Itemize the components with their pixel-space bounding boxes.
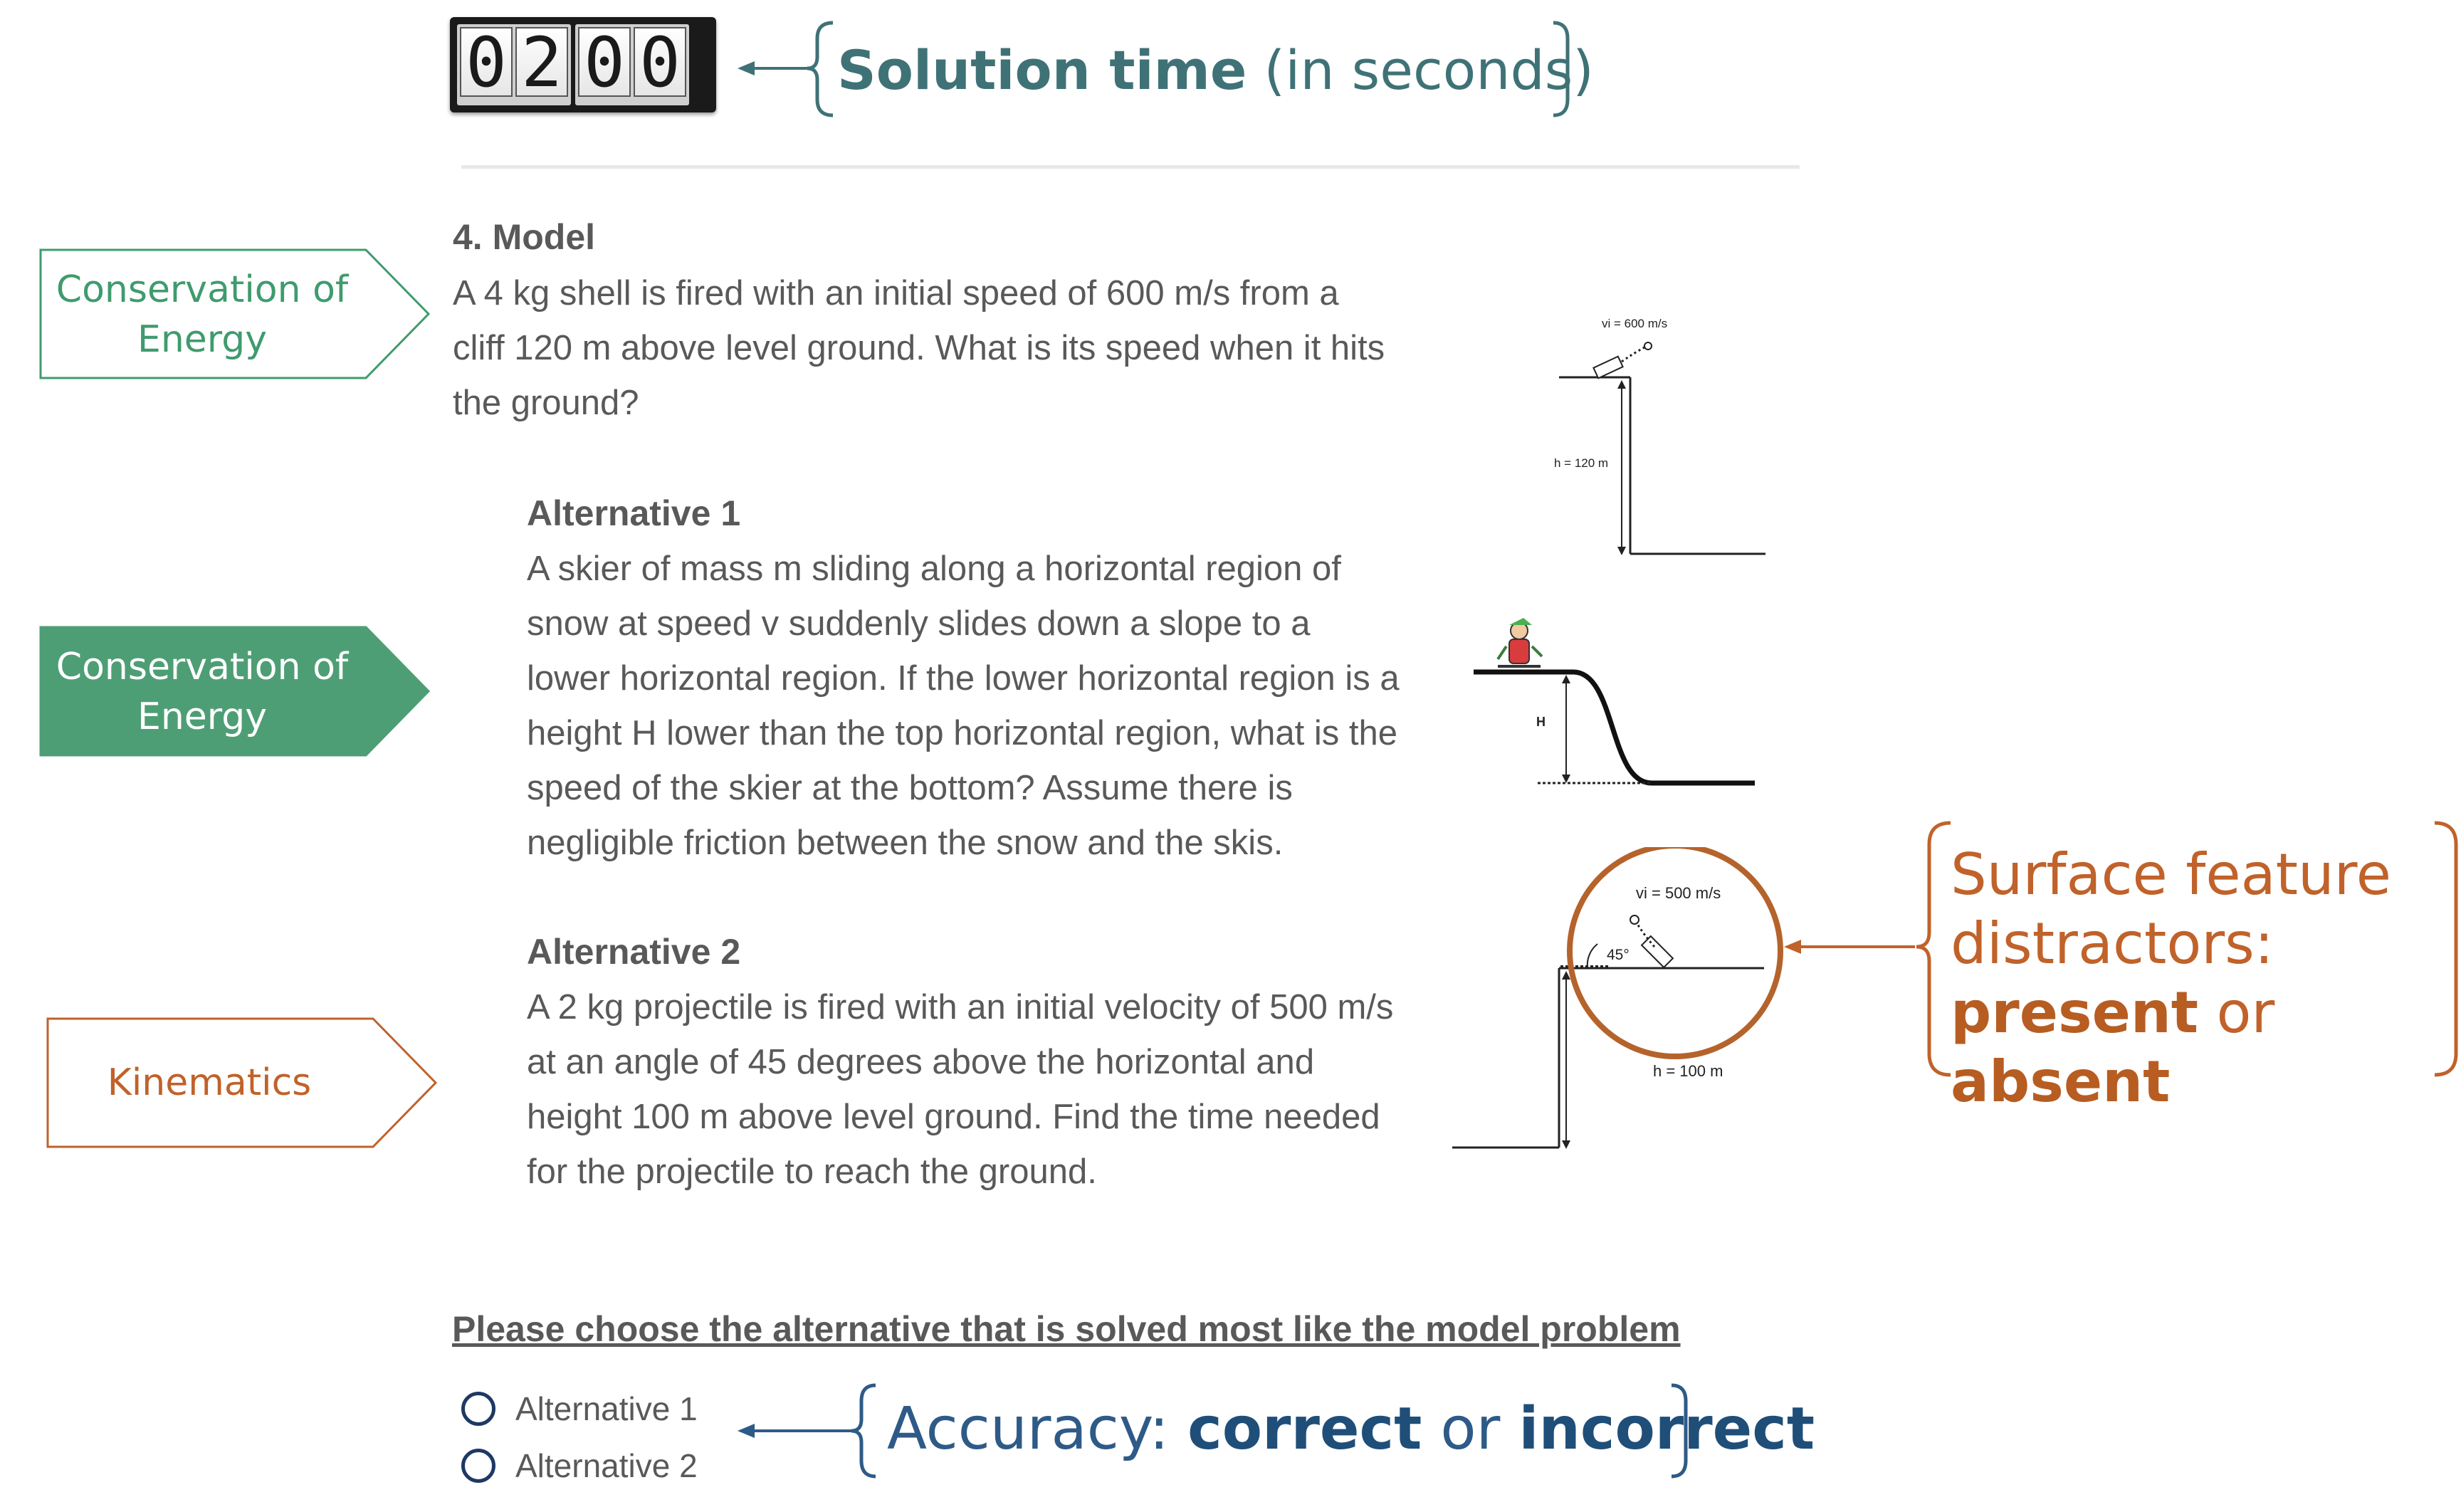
alt1-line: A skier of mass m sliding along a horizo… bbox=[527, 550, 1341, 588]
model-height-label: h = 120 m bbox=[1554, 456, 1608, 470]
model-title: 4. Model bbox=[453, 217, 596, 257]
tag-model-line-2: Energy bbox=[137, 318, 268, 361]
projectile-icon bbox=[1630, 915, 1639, 925]
tag-alt1: Conservation of Energy bbox=[38, 642, 366, 742]
alt2-text: A 2 kg projectile is fired with an initi… bbox=[527, 980, 1474, 1199]
solution-timer: 0 2 0 0 bbox=[450, 17, 716, 112]
option-label[interactable]: Alternative 1 bbox=[515, 1390, 698, 1428]
option-alternative-2[interactable]: Alternative 2 bbox=[461, 1447, 698, 1485]
left-arrow-icon bbox=[738, 1424, 755, 1438]
alt1-title: Alternative 1 bbox=[527, 493, 741, 533]
alt2-velocity-label: vi = 500 m/s bbox=[1636, 884, 1721, 902]
tag-model-line-1: Conservation of bbox=[56, 268, 349, 311]
solution-time-bold: Solution time bbox=[837, 38, 1247, 102]
alt2-height-label: h = 100 m bbox=[1653, 1062, 1723, 1080]
accuracy-correct: correct bbox=[1187, 1395, 1422, 1463]
alt2-line: at an angle of 45 degrees above the hori… bbox=[527, 1043, 1315, 1081]
surface-line-3: present or absent bbox=[1951, 978, 2461, 1116]
alt2-title: Alternative 2 bbox=[527, 932, 741, 972]
timer-digit: 0 bbox=[460, 27, 513, 97]
accuracy-label: Accuracy: correct or incorrect bbox=[887, 1395, 1815, 1463]
tag-alt1-line-2: Energy bbox=[137, 695, 268, 738]
left-arrow-icon bbox=[738, 61, 755, 75]
surface-feature-label: Surface feature distractors: present or … bbox=[1951, 840, 2461, 1116]
model-velocity-label: vi = 600 m/s bbox=[1602, 317, 1667, 330]
surface-absent: absent bbox=[1951, 1049, 2171, 1115]
left-arrow-icon bbox=[1784, 940, 1801, 954]
timer-digit: 2 bbox=[515, 27, 568, 97]
alt1-line: lower horizontal region. If the lower ho… bbox=[527, 659, 1400, 698]
accuracy-or: or bbox=[1422, 1395, 1519, 1463]
radio-button[interactable] bbox=[461, 1392, 495, 1426]
alt2-line: for the projectile to reach the ground. bbox=[527, 1153, 1097, 1191]
alt1-height-label: H bbox=[1536, 715, 1546, 729]
model-cliff-figure: vi = 600 m/s h = 120 m bbox=[1554, 317, 1765, 555]
radio-button[interactable] bbox=[461, 1449, 495, 1483]
skier-icon bbox=[1496, 618, 1543, 668]
option-label[interactable]: Alternative 2 bbox=[515, 1447, 698, 1485]
alt1-line: snow at speed v suddenly slides down a s… bbox=[527, 604, 1311, 643]
tag-alt2: Kinematics bbox=[107, 1061, 312, 1104]
tag-alt1-line-1: Conservation of bbox=[56, 646, 349, 688]
surface-line-2: distractors: bbox=[1951, 910, 2274, 977]
model-line: A 4 kg shell is fired with an initial sp… bbox=[453, 274, 1339, 313]
highlight-circle bbox=[1567, 847, 1783, 1059]
alt1-text: A skier of mass m sliding along a horizo… bbox=[527, 542, 1474, 871]
choose-prompt: Please choose the alternative that is so… bbox=[452, 1309, 1681, 1349]
divider bbox=[461, 165, 1800, 169]
surface-or: or bbox=[2198, 980, 2275, 1046]
timer-minutes: 0 2 bbox=[457, 24, 571, 105]
solution-time-label: Solution time (in seconds) bbox=[837, 31, 1594, 110]
model-text: A 4 kg shell is fired with an initial sp… bbox=[453, 266, 1485, 431]
option-alternative-1[interactable]: Alternative 1 bbox=[461, 1390, 698, 1428]
model-line: cliff 120 m above level ground. What is … bbox=[453, 329, 1385, 367]
projectile-icon bbox=[1644, 342, 1652, 350]
accuracy-incorrect: incorrect bbox=[1518, 1395, 1815, 1463]
tag-model: Conservation of Energy bbox=[38, 265, 366, 364]
skier-slope-figure: H bbox=[1474, 618, 1755, 786]
alt2-line: A 2 kg projectile is fired with an initi… bbox=[527, 988, 1394, 1027]
solution-time-unit: (in seconds) bbox=[1247, 38, 1594, 102]
timer-digit: 0 bbox=[634, 27, 686, 97]
alt1-line: height H lower than the top horizontal r… bbox=[527, 714, 1398, 752]
angle-label: 45° bbox=[1607, 947, 1630, 963]
timer-seconds: 0 0 bbox=[575, 24, 689, 105]
cannon-icon bbox=[1592, 355, 1624, 379]
cannon-icon bbox=[1640, 935, 1674, 969]
surface-line-1: Surface feature bbox=[1951, 841, 2392, 908]
alt2-line: height 100 m above level ground. Find th… bbox=[527, 1098, 1380, 1136]
accuracy-prefix: Accuracy: bbox=[887, 1395, 1188, 1463]
surface-present: present bbox=[1951, 980, 2199, 1046]
alt1-line: negligible friction between the snow and… bbox=[527, 824, 1284, 862]
projectile-cliff-figure: 45° vi = 500 m/s h = 100 m bbox=[1452, 847, 1783, 1149]
timer-digit: 0 bbox=[578, 27, 631, 97]
model-line: the ground? bbox=[453, 384, 639, 422]
alt1-line: speed of the skier at the bottom? Assume… bbox=[527, 769, 1293, 807]
